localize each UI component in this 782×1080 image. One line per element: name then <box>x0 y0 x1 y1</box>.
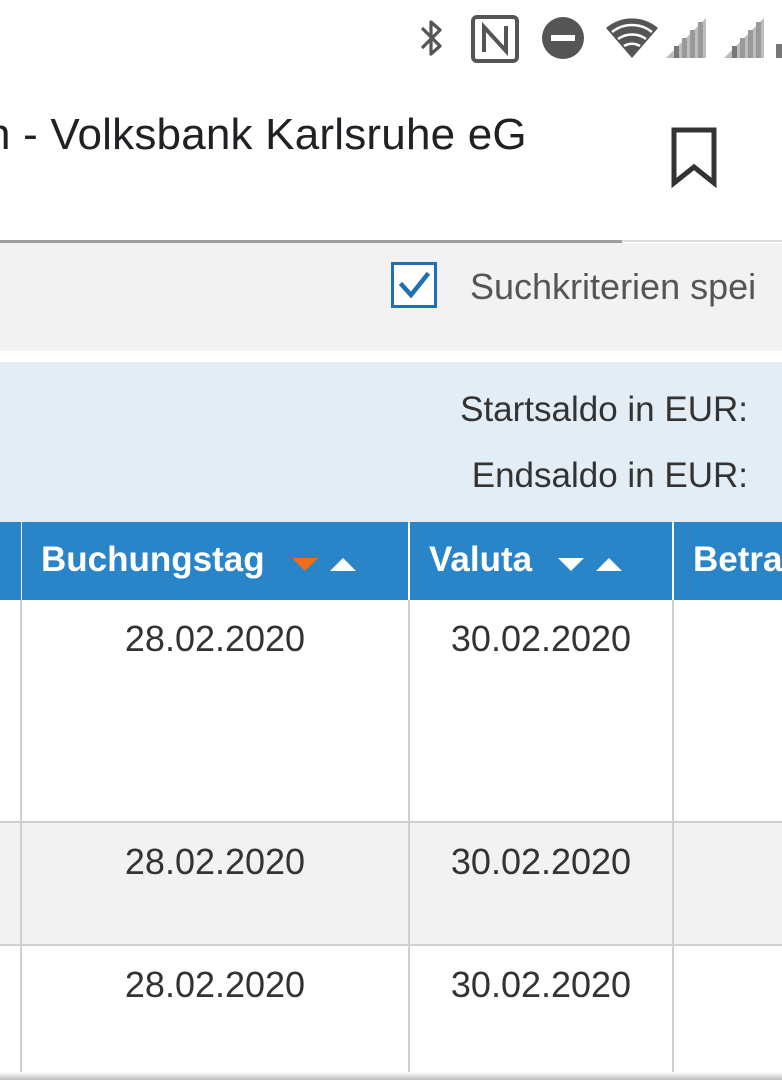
table-cell-betrag <box>674 823 782 944</box>
checkmark-icon <box>398 271 431 299</box>
balance-panel: Startsaldo in EUR: Endsaldo in EUR: <box>0 362 782 524</box>
nfc-icon <box>471 15 519 63</box>
booking-date: 28.02.2020 <box>124 964 306 1005</box>
booking-date: 28.02.2020 <box>124 841 306 882</box>
column-header-buchungstag[interactable]: Buchungstag <box>22 522 408 600</box>
bookmark-icon[interactable] <box>668 126 720 188</box>
table-cell <box>0 823 22 944</box>
table-cell-valuta: 30.02.2020 <box>410 823 674 944</box>
wifi-icon <box>606 18 658 58</box>
end-balance-label: Endsaldo in EUR: <box>471 456 748 495</box>
column-header-betrag[interactable]: Betra <box>674 522 782 600</box>
title-bar <box>0 80 782 240</box>
table-cell-betrag <box>674 600 782 821</box>
table-cell-valuta: 30.02.2020 <box>410 600 674 821</box>
sort-descending-icon <box>558 558 584 571</box>
booking-date: 28.02.2020 <box>124 618 306 659</box>
table-row[interactable]: 28.02.2020 30.02.2020 <box>0 600 782 823</box>
sort-ascending-icon <box>330 558 356 571</box>
save-criteria-label[interactable]: Suchkriterien spei <box>470 266 756 308</box>
table-cell-betrag <box>674 946 782 1080</box>
table-row[interactable]: 28.02.2020 30.02.2020 <box>0 823 782 946</box>
column-header-label: Betra <box>693 540 782 579</box>
status-bar <box>0 0 782 80</box>
table-row[interactable]: 28.02.2020 30.02.2020 <box>0 946 782 1080</box>
column-header-partial <box>0 522 21 600</box>
table-cell-buchungstag: 28.02.2020 <box>22 823 410 944</box>
start-balance-label: Startsaldo in EUR: <box>460 390 748 429</box>
sort-icons <box>558 558 622 571</box>
table-cell <box>0 600 22 821</box>
transactions-table: Buchungstag Valuta Betra 28.02.2020 30.0… <box>0 522 782 1080</box>
sort-descending-icon <box>292 558 318 571</box>
page-title: n - Volksbank Karlsruhe eG <box>0 110 527 159</box>
signal-icon <box>666 18 706 58</box>
value-date: 30.02.2020 <box>450 964 632 1005</box>
signal-icon-2 <box>724 18 764 58</box>
sort-ascending-icon <box>596 558 622 571</box>
status-overflow-mark <box>776 44 782 58</box>
page: n - Volksbank Karlsruhe eG Suchkriterien… <box>0 0 782 1080</box>
table-cell-buchungstag: 28.02.2020 <box>22 600 410 821</box>
do-not-disturb-icon <box>542 17 584 59</box>
table-cell <box>0 946 22 1080</box>
value-date: 30.02.2020 <box>450 841 632 882</box>
column-header-valuta[interactable]: Valuta <box>410 522 672 600</box>
sort-icons <box>292 558 356 571</box>
bluetooth-icon <box>420 20 442 56</box>
value-date: 30.02.2020 <box>450 618 632 659</box>
save-criteria-checkbox[interactable] <box>391 262 437 308</box>
table-cell-buchungstag: 28.02.2020 <box>22 946 410 1080</box>
divider <box>0 351 782 362</box>
column-header-label: Buchungstag <box>41 540 265 579</box>
table-cell-valuta: 30.02.2020 <box>410 946 674 1080</box>
progress-line-track <box>622 240 782 242</box>
bottom-shadow <box>0 1072 782 1080</box>
column-header-label: Valuta <box>429 540 533 579</box>
